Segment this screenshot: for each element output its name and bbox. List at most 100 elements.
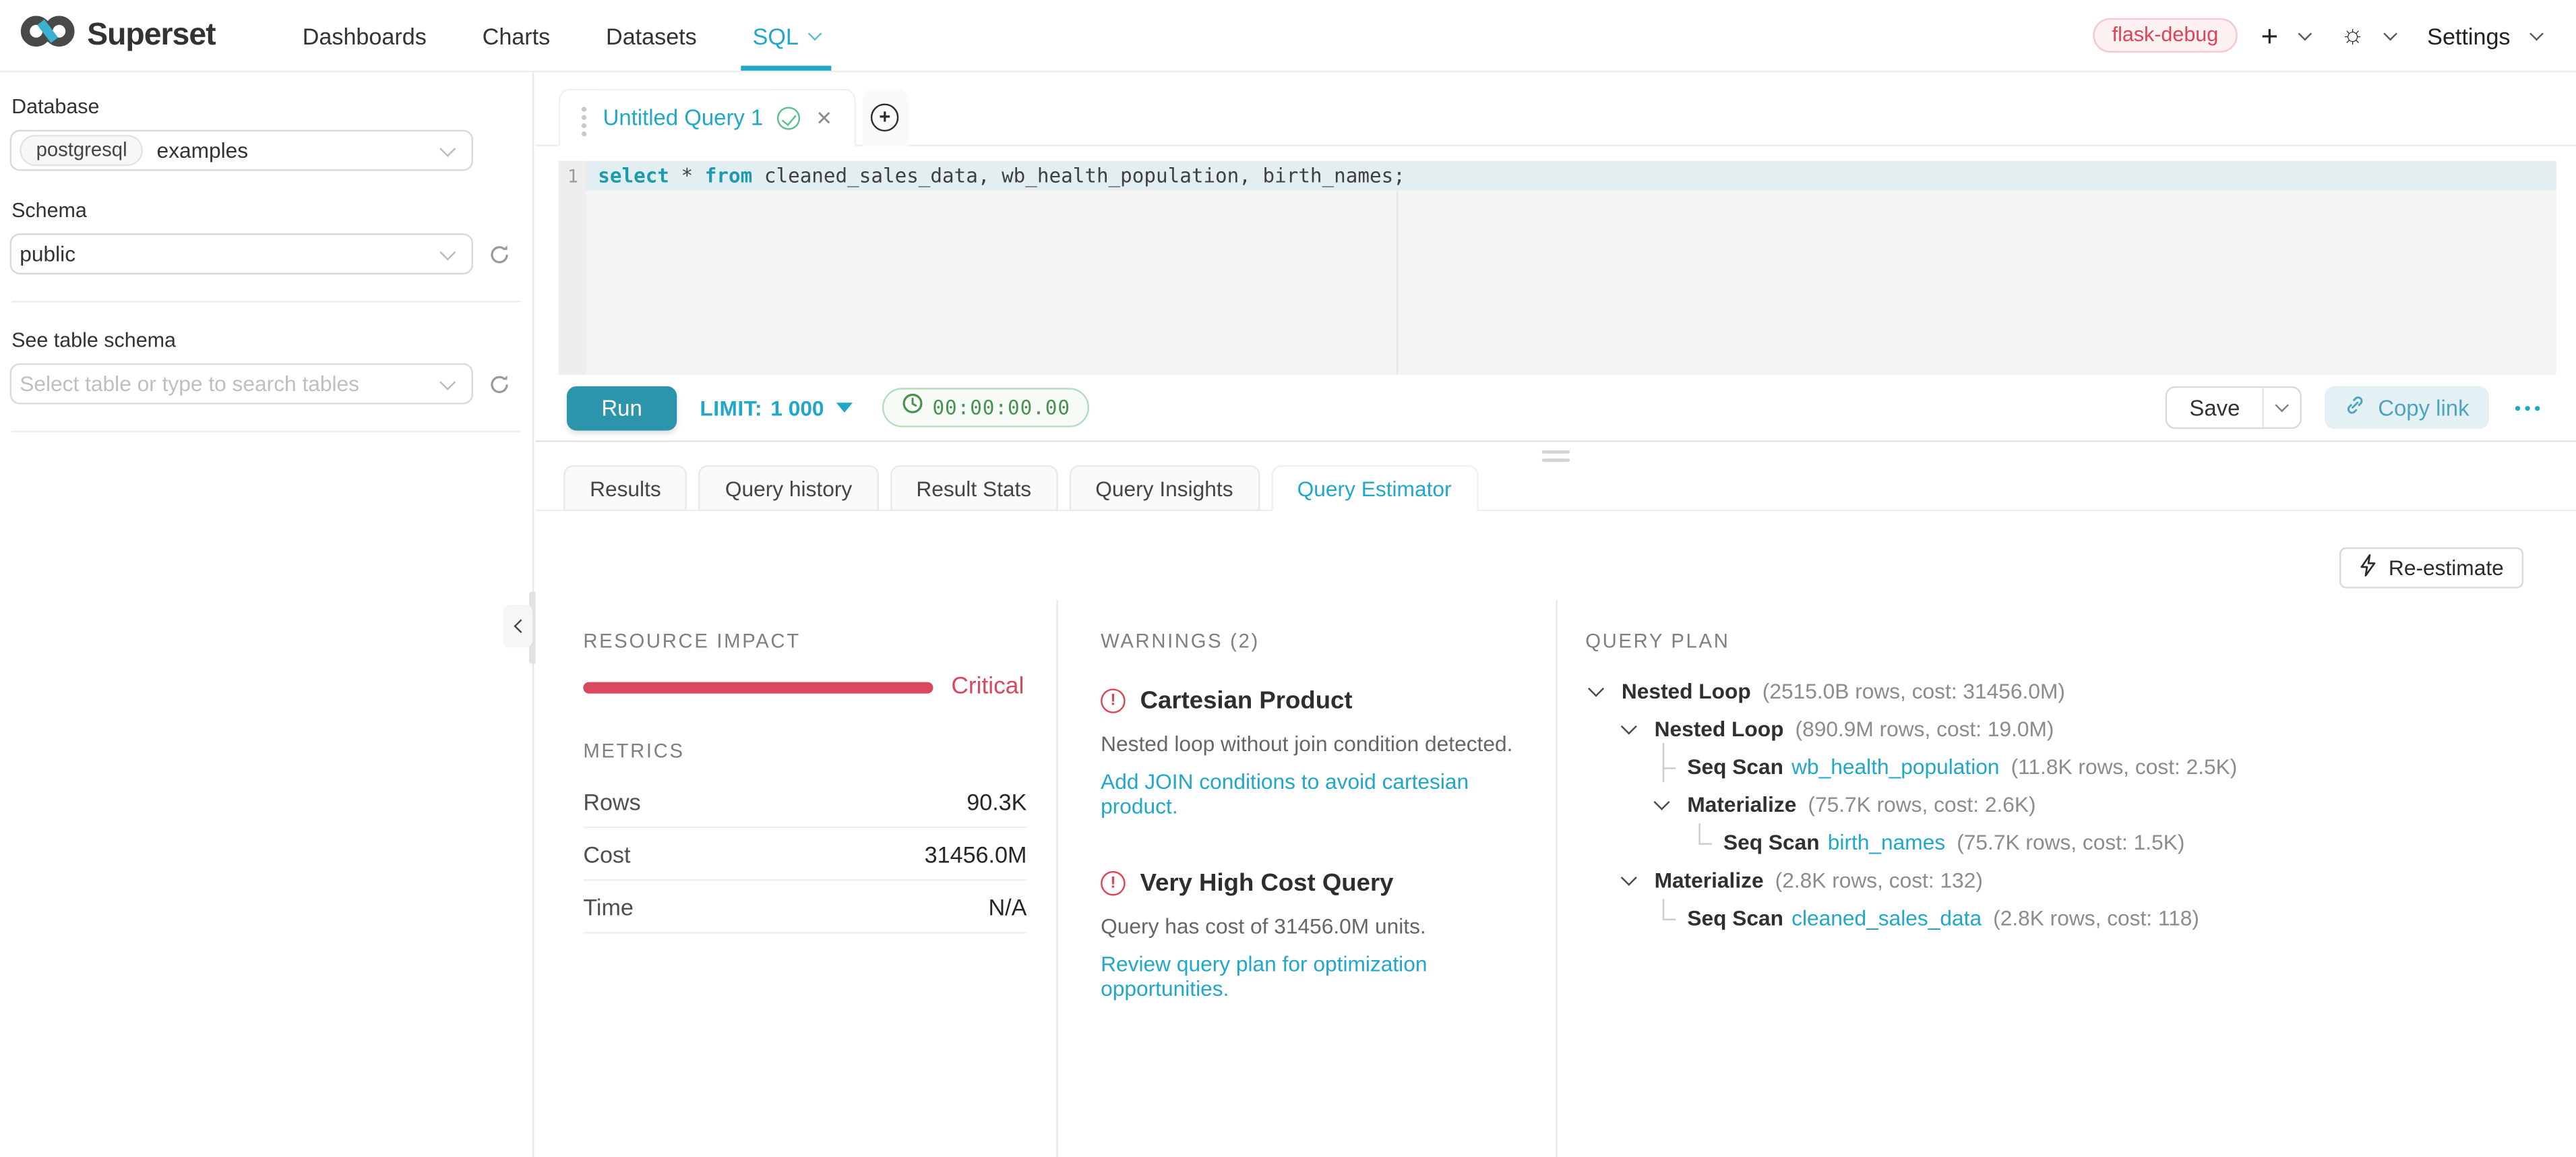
warning-suggestion-link[interactable]: Review query plan for optimization oppor… <box>1101 951 1525 1001</box>
superset-logo-icon <box>20 11 75 59</box>
results-tabbar: Results Query history Result Stats Query… <box>536 442 2576 511</box>
plan-table-link[interactable]: birth_names <box>1828 830 1945 855</box>
chevron-down-icon <box>439 374 456 390</box>
chevron-down-icon[interactable] <box>1588 680 1604 696</box>
plan-node[interactable]: Nested Loop (890.9M rows, cost: 19.0M) <box>1585 710 2556 748</box>
nav-datasets[interactable]: Datasets <box>578 0 725 71</box>
resource-impact-section: RESOURCE IMPACT Critical METRICS Rows 90… <box>583 630 1026 934</box>
warning-circle-icon: ! <box>1101 871 1126 896</box>
chevron-down-icon <box>2384 26 2398 40</box>
divider <box>1056 600 1057 1157</box>
warning-cartesian-product: ! Cartesian Product Nested loop without … <box>1101 687 1525 822</box>
plus-icon: + <box>2261 20 2279 50</box>
refresh-schemas-icon[interactable] <box>487 241 513 267</box>
table-schema-label: See table schema <box>11 329 522 352</box>
plan-node[interactable]: Nested Loop (2515.0B rows, cost: 31456.0… <box>1585 672 2556 710</box>
nav-dashboards[interactable]: Dashboards <box>274 0 454 71</box>
editor-toolbar: Run LIMIT: 1 000 00:00:00.00 Save <box>536 375 2576 441</box>
sql-editor-wrap: 1 select * from cleaned_sales_data, wb_h… <box>536 146 2576 375</box>
superset-sql-lab: Superset Dashboards Charts Datasets SQL … <box>0 0 2576 1157</box>
limit-dropdown[interactable]: LIMIT: 1 000 <box>700 395 852 420</box>
plan-node[interactable]: Materialize (2.8K rows, cost: 132) <box>1585 861 2556 899</box>
chevron-down-icon[interactable] <box>1621 870 1637 886</box>
query-estimator-panel: Re-estimate RESOURCE IMPACT Critical MET… <box>536 511 2576 1157</box>
warning-circle-icon: ! <box>1101 688 1126 713</box>
metric-row-rows: Rows 90.3K <box>583 776 1026 829</box>
copy-link-button[interactable]: Copy link <box>2325 386 2489 429</box>
divider <box>1556 600 1557 1157</box>
plan-table-link[interactable]: wb_health_population <box>1791 754 1999 779</box>
collapse-panel-button[interactable] <box>503 605 532 647</box>
drag-handle-icon[interactable] <box>582 115 586 120</box>
warnings-header: WARNINGS (2) <box>1101 630 1525 653</box>
query-tab[interactable]: Untitled Query 1 ✕ <box>559 89 855 146</box>
copy-link-label: Copy link <box>2378 395 2469 420</box>
more-options-icon[interactable] <box>2512 398 2543 417</box>
plan-node[interactable]: Seq Scan wb_health_population (11.8K row… <box>1585 748 2556 785</box>
impact-level-bar <box>583 681 933 692</box>
limit-value: 1 000 <box>770 395 824 420</box>
pane-resize-handle[interactable] <box>1542 450 1570 462</box>
editor-print-margin <box>1397 191 1398 375</box>
chevron-down-icon[interactable] <box>1653 794 1669 810</box>
schema-label: Schema <box>11 199 522 222</box>
sun-icon: ☼ <box>2341 22 2365 49</box>
metric-row-cost: Cost 31456.0M <box>583 829 1026 881</box>
tab-results[interactable]: Results <box>563 465 687 511</box>
table-select[interactable]: Select table or type to search tables <box>10 363 473 405</box>
editor-gutter <box>559 161 586 375</box>
tab-query-history[interactable]: Query history <box>699 465 878 511</box>
run-button[interactable]: Run <box>567 386 677 430</box>
tree-connector-icon <box>1656 903 1678 932</box>
plan-node[interactable]: Seq Scan birth_names (75.7K rows, cost: … <box>1585 823 2556 861</box>
save-options-button[interactable] <box>2263 386 2303 429</box>
navbar-right: flask-debug + ☼ Settings <box>2092 0 2550 71</box>
refresh-tables-icon[interactable] <box>487 371 513 397</box>
nav-sql[interactable]: SQL <box>725 0 848 71</box>
check-circle-icon <box>776 106 799 129</box>
chevron-down-icon <box>439 243 456 260</box>
chevron-down-icon <box>2529 26 2544 40</box>
bolt-icon <box>2359 554 2377 581</box>
query-plan-header: QUERY PLAN <box>1585 630 2556 653</box>
sqllab-left-panel: Database postgresql examples Schema publ… <box>0 72 534 1157</box>
tab-query-estimator[interactable]: Query Estimator <box>1271 465 1478 511</box>
warning-suggestion-link[interactable]: Add JOIN conditions to avoid cartesian p… <box>1101 769 1525 819</box>
metrics-table: Rows 90.3K Cost 31456.0M Time N/A <box>583 776 1026 934</box>
superset-brand[interactable]: Superset <box>20 0 215 71</box>
query-tab-title: Untitled Query 1 <box>603 105 764 130</box>
plan-table-link[interactable]: cleaned_sales_data <box>1791 906 1982 930</box>
tab-query-insights[interactable]: Query Insights <box>1069 465 1259 511</box>
database-engine-tag: postgresql <box>20 135 144 166</box>
schema-select[interactable]: public <box>10 233 473 274</box>
brand-name: Superset <box>87 18 215 54</box>
line-number: 1 <box>559 165 586 187</box>
plan-node[interactable]: Seq Scan cleaned_sales_data (2.8K rows, … <box>1585 899 2556 937</box>
tab-result-stats[interactable]: Result Stats <box>890 465 1057 511</box>
editor-code-line[interactable]: 1 select * from cleaned_sales_data, wb_h… <box>559 161 2556 191</box>
link-icon <box>2345 394 2366 421</box>
query-plan-tree: Nested Loop (2515.0B rows, cost: 31456.0… <box>1585 672 2556 937</box>
timer-value: 00:00:00.00 <box>932 396 1070 419</box>
nav-charts[interactable]: Charts <box>454 0 578 71</box>
theme-menu[interactable]: ☼ <box>2333 22 2404 49</box>
warning-high-cost: ! Very High Cost Query Query has cost of… <box>1101 869 1525 1004</box>
limit-label: LIMIT: <box>700 395 762 420</box>
database-select[interactable]: postgresql examples <box>10 130 473 171</box>
add-query-tab[interactable]: + <box>862 89 908 146</box>
chevron-down-icon[interactable] <box>1621 719 1637 735</box>
metric-row-time: Time N/A <box>583 881 1026 934</box>
reestimate-button[interactable]: Re-estimate <box>2339 547 2523 589</box>
resource-impact-header: RESOURCE IMPACT <box>583 630 1026 653</box>
environment-badge: flask-debug <box>2092 18 2238 53</box>
new-item-menu[interactable]: + <box>2252 20 2317 50</box>
save-button[interactable]: Save <box>2165 386 2265 429</box>
close-tab-icon[interactable]: ✕ <box>816 106 832 129</box>
reestimate-label: Re-estimate <box>2389 556 2504 581</box>
plan-node[interactable]: Materialize (75.7K rows, cost: 2.6K) <box>1585 785 2556 823</box>
chevron-down-icon <box>808 26 822 40</box>
impact-level-label: Critical <box>951 674 1024 700</box>
sql-editor[interactable]: 1 select * from cleaned_sales_data, wb_h… <box>559 161 2556 375</box>
toolbar-right: Save Copy link <box>2165 386 2543 429</box>
settings-menu[interactable]: Settings <box>2419 22 2550 49</box>
